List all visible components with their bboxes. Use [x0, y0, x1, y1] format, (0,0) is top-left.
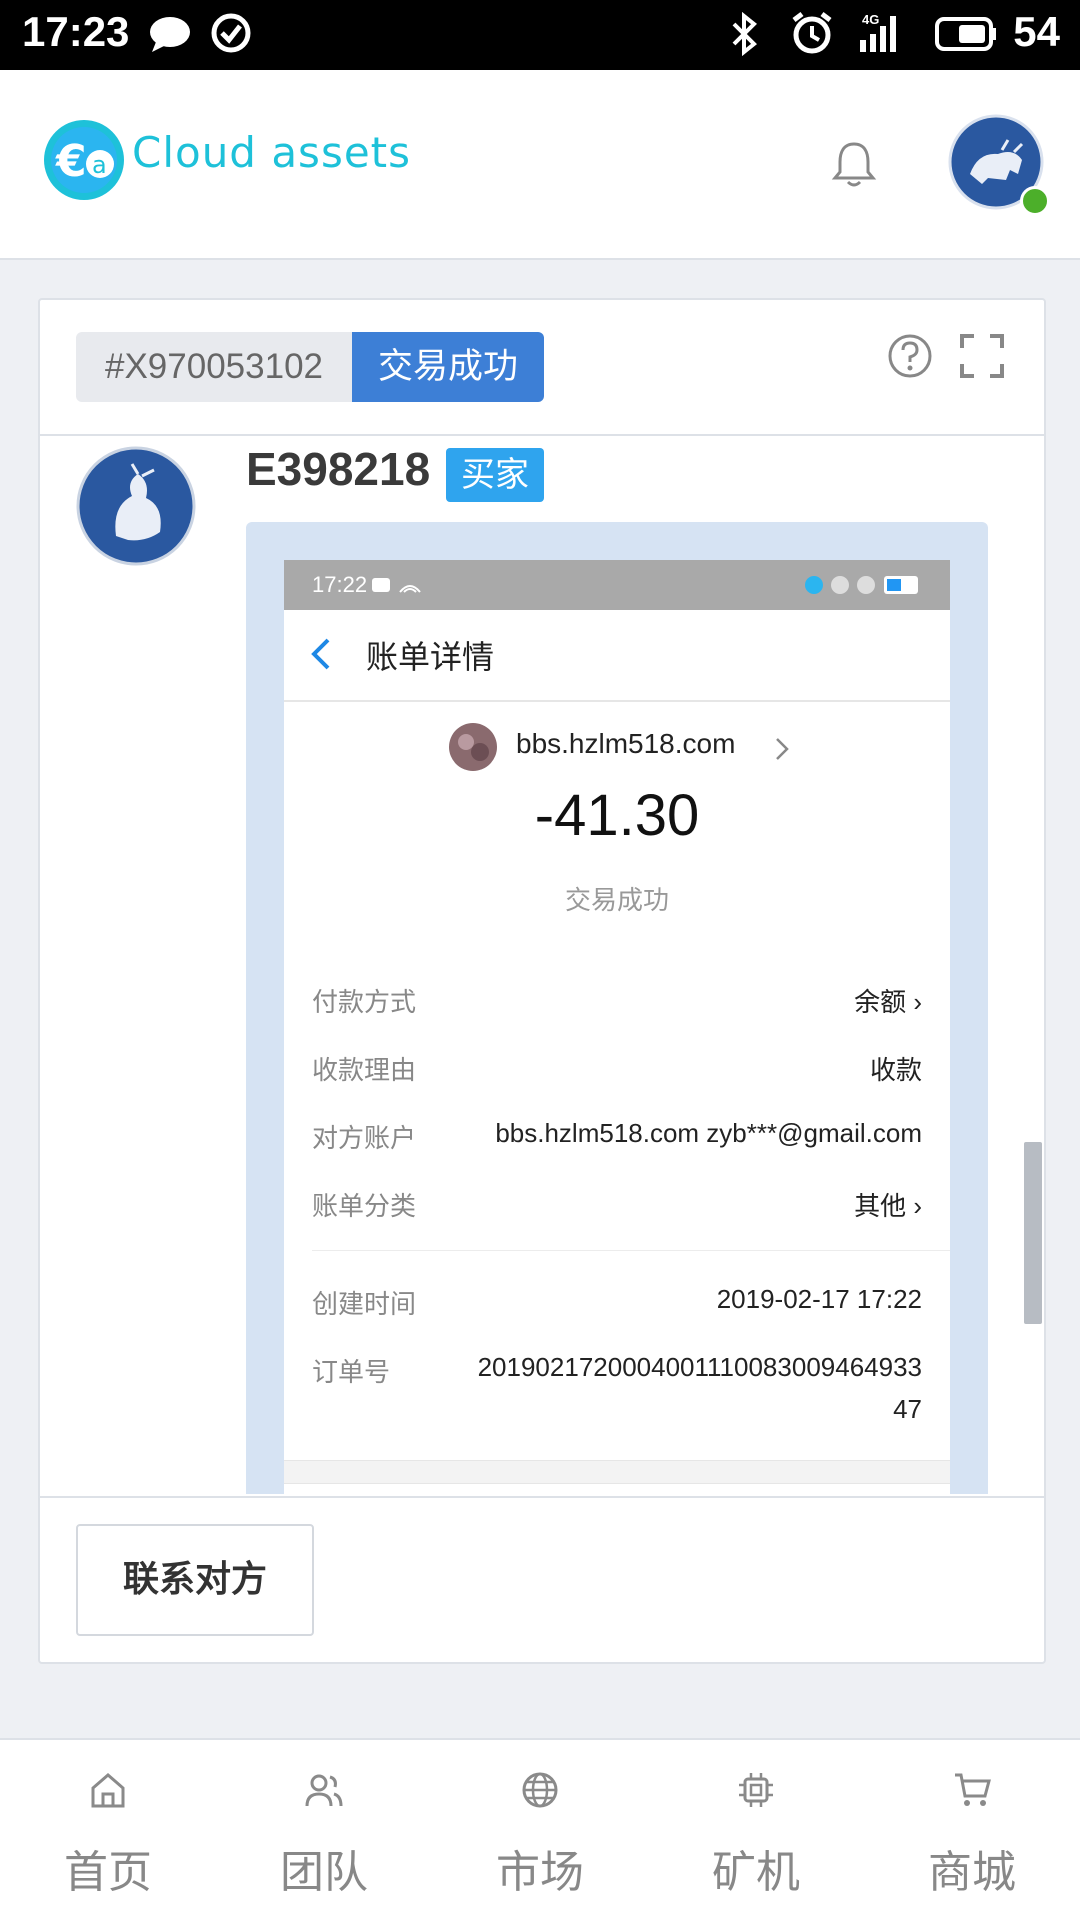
screenshot-battery-icon [805, 576, 918, 594]
merchant-name: bbs.hzlm518.com [516, 728, 736, 759]
home-icon [91, 1773, 125, 1808]
row-value: 收款 [869, 1055, 922, 1085]
cart-icon [955, 1773, 991, 1806]
help-icon[interactable] [886, 332, 934, 380]
chat-icon [150, 17, 190, 52]
screenshot-status-icons [372, 578, 421, 593]
row-label: 创建时间 [312, 1290, 417, 1320]
row-value-cont: 47 [893, 1394, 922, 1424]
payment-screenshot[interactable]: 17:22 账单详情 bbs.hzlm518.com -41.30 交易成功 付… [246, 522, 988, 1494]
contact-button[interactable]: 联系对方 [76, 1524, 314, 1636]
chevron-right-icon [776, 738, 789, 760]
screenshot-content: 17:22 账单详情 bbs.hzlm518.com -41.30 交易成功 付… [284, 560, 950, 1494]
row-label: 付款方式 [312, 988, 417, 1018]
order-status-badge: 交易成功 [352, 332, 544, 402]
order-card: #X970053102 交易成功 E398218 买家 17:22 账单详情 b… [38, 298, 1046, 1664]
bell-icon[interactable] [830, 138, 878, 190]
alarm-icon [792, 12, 832, 54]
battery-icon [935, 17, 996, 51]
screenshot-status-bar: 17:22 [284, 560, 950, 610]
svg-text:4G: 4G [862, 12, 879, 27]
row-label: 账单分类 [312, 1192, 417, 1222]
screenshot-time: 17:22 [312, 572, 368, 597]
bottom-nav: 首页 团队 市场 矿机 商城 [0, 1738, 1080, 1922]
app-logo-icon: € a [44, 120, 124, 200]
row-value: bbs.hzlm518.com zyb***@gmail.com [495, 1118, 922, 1148]
amount: -41.30 [534, 783, 700, 848]
counterparty-name: E398218 [246, 443, 431, 495]
bluetooth-icon [732, 12, 757, 56]
status-bar: 17:23 4G 54 [0, 0, 1080, 70]
svg-text:a: a [92, 151, 107, 179]
merchant-avatar [449, 723, 497, 771]
app-header: € a Cloud assets [0, 70, 1080, 260]
message-area[interactable]: E398218 买家 17:22 账单详情 bbs.hzlm518.com -4… [40, 436, 1044, 1494]
team-icon [305, 1774, 343, 1807]
back-icon [311, 638, 330, 670]
nav-home[interactable]: 首页 [0, 1740, 216, 1922]
svg-text:€: € [55, 136, 87, 187]
avatar[interactable] [948, 114, 1050, 216]
screenshot-title: 账单详情 [366, 638, 495, 676]
battery-level: 54 [1013, 8, 1060, 55]
row-label: 对方账户 [312, 1124, 417, 1154]
nav-market[interactable]: 市场 [432, 1740, 648, 1922]
screenshot-nav: 账单详情 [284, 610, 950, 702]
divider [312, 1250, 950, 1251]
row-value: 2019021720004001110083009464933 [477, 1352, 922, 1382]
order-id: #X970053102 [76, 332, 352, 402]
online-indicator [1020, 186, 1050, 216]
nav-miner[interactable]: 矿机 [648, 1740, 864, 1922]
row-value: 其他 › [854, 1191, 922, 1221]
nav-mall[interactable]: 商城 [864, 1740, 1080, 1922]
scrollbar[interactable] [1024, 1142, 1042, 1324]
section-separator [284, 1460, 950, 1484]
buyer-badge: 买家 [446, 448, 544, 502]
nav-label: 商城 [928, 1847, 1016, 1898]
check-circle-icon [211, 13, 251, 53]
nav-label: 团队 [280, 1847, 368, 1898]
user-avatar[interactable] [76, 446, 196, 566]
order-footer: 联系对方 [40, 1496, 1044, 1662]
status-time: 17:23 [22, 8, 130, 55]
nav-team[interactable]: 团队 [216, 1740, 432, 1922]
row-label: 订单号 [312, 1358, 391, 1388]
fullscreen-icon[interactable] [958, 332, 1006, 380]
globe-icon [522, 1772, 558, 1808]
row-label: 收款理由 [312, 1056, 417, 1086]
nav-label: 矿机 [712, 1847, 800, 1898]
row-value: 余额 › [854, 987, 922, 1017]
chip-icon [739, 1773, 773, 1807]
nav-label: 首页 [64, 1847, 152, 1898]
row-value: 2019-02-17 17:22 [716, 1284, 922, 1314]
app-name: Cloud assets [132, 128, 412, 177]
nav-label: 市场 [496, 1847, 584, 1898]
signal-4g-icon: 4G [860, 12, 896, 52]
order-header: #X970053102 交易成功 [40, 300, 1044, 436]
transaction-status: 交易成功 [564, 886, 669, 916]
